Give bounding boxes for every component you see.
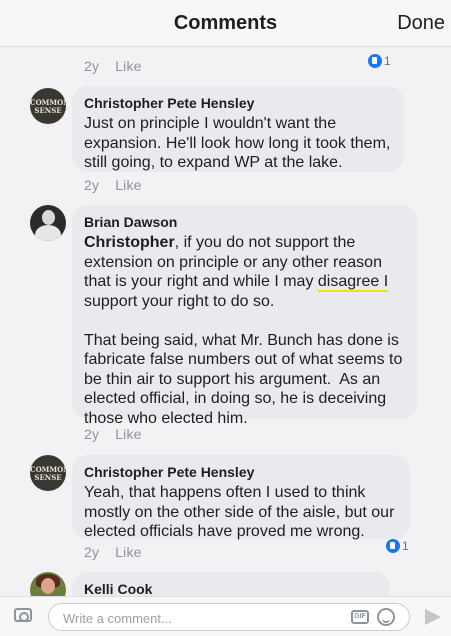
comment-meta: 2y Like (84, 177, 142, 193)
comment-bubble: Christopher Pete Hensley Yeah, that happ… (72, 455, 410, 540)
reaction-count: 1 (402, 539, 409, 553)
like-button[interactable]: Like (115, 544, 141, 560)
highlighted-text: disagree I (317, 273, 389, 292)
reaction-count: 1 (384, 54, 391, 68)
avatar-head-shape (42, 210, 55, 225)
comment-text: Just on principle I wouldn't want the ex… (84, 115, 391, 171)
emoji-icon[interactable] (377, 608, 395, 626)
comment-input[interactable] (61, 608, 335, 628)
like-button[interactable]: Like (115, 58, 141, 74)
avatar[interactable] (30, 205, 66, 241)
comments-header: Comments Done (0, 0, 451, 47)
comment-composer: GIF (0, 596, 451, 636)
avatar-logo-text: COMMON SENSE (30, 465, 66, 482)
comment-age: 2y (84, 426, 100, 442)
comment-bubble: Brian Dawson Christopher, if you do not … (72, 205, 417, 426)
done-button[interactable]: Done (397, 12, 445, 35)
camera-icon[interactable] (14, 608, 32, 622)
comment-text: Yeah, that happens often I used to think… (84, 484, 395, 540)
comment-author[interactable]: Christopher Pete Hensley (84, 95, 392, 111)
comment-age: 2y (84, 58, 100, 74)
comment-author[interactable]: Christopher Pete Hensley (84, 464, 398, 480)
avatar[interactable]: COMMON SENSE (30, 455, 66, 491)
comment-text-part: support your right to do so. That being … (84, 292, 403, 427)
comment-author[interactable]: Brian Dawson (84, 214, 405, 230)
reaction-badge[interactable]: 1 (386, 538, 409, 554)
mention-link[interactable]: Christopher (84, 234, 175, 251)
like-reaction-icon (386, 539, 400, 553)
avatar-body-shape (35, 225, 61, 241)
comment-author[interactable]: Kelli Cook (84, 581, 378, 597)
comment-text: Christopher, if you do not support the e… (84, 233, 405, 428)
avatar-logo-text: COMMON SENSE (30, 98, 66, 115)
comment-meta: 2y Like (84, 544, 142, 560)
reaction-badge[interactable]: 1 (368, 53, 391, 69)
comment-age: 2y (84, 544, 100, 560)
like-button[interactable]: Like (115, 177, 141, 193)
comment-meta: 2y Like (84, 58, 142, 74)
comment-bubble: Christopher Pete Hensley Just on princip… (72, 86, 404, 172)
comment-meta: 2y Like (84, 426, 142, 442)
comment-field[interactable]: GIF (48, 603, 410, 631)
send-icon[interactable] (425, 609, 441, 625)
avatar[interactable]: COMMON SENSE (30, 88, 66, 124)
page-title: Comments (173, 12, 278, 34)
avatar-face-shape (41, 578, 55, 594)
gif-icon[interactable]: GIF (351, 610, 369, 624)
like-button[interactable]: Like (115, 426, 141, 442)
comment-age: 2y (84, 177, 100, 193)
like-reaction-icon (368, 54, 382, 68)
